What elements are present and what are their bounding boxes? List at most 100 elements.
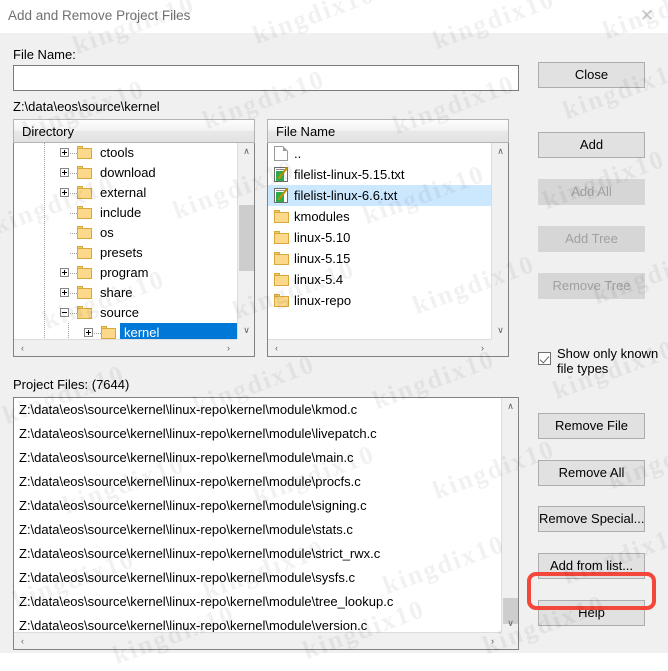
directory-tree-item-include[interactable]: include <box>14 203 237 223</box>
directory-tree-item-label: download <box>100 165 156 180</box>
checkbox-box[interactable] <box>538 352 551 365</box>
expand-icon[interactable] <box>60 188 69 197</box>
scroll-down-icon[interactable]: ∨ <box>492 322 508 339</box>
tree-guide-line <box>44 203 45 223</box>
directory-tree-item-share[interactable]: share <box>14 283 237 303</box>
close-button[interactable]: Close <box>538 62 645 88</box>
project-file-row[interactable]: Z:\data\eos\source\kernel\linux-repo\ker… <box>14 518 501 542</box>
tree-guide-line <box>44 243 45 263</box>
folder-icon <box>274 294 289 307</box>
directory-tree-item-label: external <box>100 185 147 200</box>
scroll-right-icon[interactable]: › <box>474 340 491 356</box>
project-file-row[interactable]: Z:\data\eos\source\kernel\linux-repo\ker… <box>14 470 501 494</box>
directory-tree[interactable]: ctools download external include os presets pr… <box>13 143 255 357</box>
project-file-row[interactable]: Z:\data\eos\source\kernel\linux-repo\ker… <box>14 614 501 632</box>
scroll-down-icon[interactable]: ∨ <box>502 615 518 632</box>
project-files-label: Project Files: (7644) <box>13 377 130 392</box>
project-file-row[interactable]: Z:\data\eos\source\kernel\linux-repo\ker… <box>14 566 501 590</box>
expand-icon[interactable] <box>60 268 69 277</box>
directory-tree-item-ctools[interactable]: ctools <box>14 143 237 163</box>
project-files-vertical-scrollbar[interactable]: ∧ ∨ <box>501 398 518 632</box>
folder-icon <box>274 231 289 244</box>
directory-horizontal-scrollbar[interactable]: ‹ › <box>14 339 237 356</box>
folder-icon <box>77 166 92 179</box>
scrollbar-thumb[interactable] <box>239 205 254 271</box>
directory-tree-item-label: share <box>100 285 133 300</box>
directory-vertical-scrollbar[interactable]: ∧ ∨ <box>237 143 254 339</box>
add-button[interactable]: Add <box>538 132 645 158</box>
file-list-item-kmodules[interactable]: kmodules <box>268 206 491 227</box>
project-file-row[interactable]: Z:\data\eos\source\kernel\linux-repo\ker… <box>14 494 501 518</box>
collapse-icon[interactable] <box>60 308 69 317</box>
directory-tree-item-source[interactable]: source <box>14 303 237 323</box>
file-list-vertical-scrollbar[interactable]: ∧ ∨ <box>491 143 508 339</box>
scroll-left-icon[interactable]: ‹ <box>268 340 285 356</box>
project-file-row[interactable]: Z:\data\eos\source\kernel\linux-repo\ker… <box>14 446 501 470</box>
project-file-row[interactable]: Z:\data\eos\source\kernel\linux-repo\ker… <box>14 398 501 422</box>
scroll-right-icon[interactable]: › <box>220 340 237 356</box>
text-file-icon <box>274 187 289 203</box>
file-list-rows: .. filelist-linux-5.15.txt filelist-linux-… <box>268 143 491 339</box>
add-from-list-button[interactable]: Add from list... <box>538 553 645 579</box>
scroll-left-icon[interactable]: ‹ <box>14 633 31 649</box>
tree-guide-line <box>44 303 45 323</box>
project-files-rows: Z:\data\eos\source\kernel\linux-repo\ker… <box>14 398 501 632</box>
scroll-up-icon[interactable]: ∧ <box>502 398 518 415</box>
remove-special-button[interactable]: Remove Special... <box>538 506 645 532</box>
remove-tree-button: Remove Tree <box>538 273 645 299</box>
project-file-row[interactable]: Z:\data\eos\source\kernel\linux-repo\ker… <box>14 590 501 614</box>
directory-tree-item-kernel[interactable]: kernel <box>14 323 237 339</box>
file-list-item-label: kmodules <box>294 209 350 224</box>
directory-tree-item-download[interactable]: download <box>14 163 237 183</box>
directory-tree-item-external[interactable]: external <box>14 183 237 203</box>
project-file-row[interactable]: Z:\data\eos\source\kernel\linux-repo\ker… <box>14 422 501 446</box>
expand-icon[interactable] <box>60 168 69 177</box>
current-path-label: Z:\data\eos\source\kernel <box>13 99 160 114</box>
file-list-item-linux-repo[interactable]: linux-repo <box>268 290 491 311</box>
directory-tree-item-os[interactable]: os <box>14 223 237 243</box>
directory-tree-item-presets[interactable]: presets <box>14 243 237 263</box>
file-name-input[interactable] <box>13 65 519 91</box>
scroll-down-icon[interactable]: ∨ <box>238 322 254 339</box>
tree-guide-line <box>44 283 45 303</box>
close-icon[interactable]: ✕ <box>632 4 662 28</box>
directory-tree-item-program[interactable]: program <box>14 263 237 283</box>
scroll-right-icon[interactable]: › <box>484 633 501 649</box>
scroll-up-icon[interactable]: ∧ <box>492 143 508 160</box>
directory-panel: Directory ctools download external include o… <box>13 119 255 357</box>
directory-tree-item-label: kernel <box>120 323 237 339</box>
file-list[interactable]: .. filelist-linux-5.15.txt filelist-linux-… <box>267 143 509 357</box>
file-list-item-linux-5.10[interactable]: linux-5.10 <box>268 227 491 248</box>
expand-icon[interactable] <box>60 148 69 157</box>
text-file-icon <box>274 166 289 182</box>
remove-all-button[interactable]: Remove All <box>538 460 645 486</box>
scroll-up-icon[interactable]: ∧ <box>238 143 254 160</box>
file-list-item-linux-5.15[interactable]: linux-5.15 <box>268 248 491 269</box>
file-list-horizontal-scrollbar[interactable]: ‹ › <box>268 339 491 356</box>
directory-tree-item-label: include <box>100 205 142 220</box>
scrollbar-corner <box>237 339 254 356</box>
scroll-left-icon[interactable]: ‹ <box>14 340 31 356</box>
folder-icon <box>274 273 289 286</box>
folder-icon <box>77 226 92 239</box>
file-list-item-label: .. <box>294 146 302 161</box>
folder-icon <box>77 306 92 319</box>
file-list-item-filelist-linux-5.15.txt[interactable]: filelist-linux-5.15.txt <box>268 164 491 185</box>
expand-icon[interactable] <box>60 288 69 297</box>
tree-guide-line <box>44 183 45 203</box>
file-list-item-..[interactable]: .. <box>268 143 491 164</box>
file-list-item-filelist-linux-6.6.txt[interactable]: filelist-linux-6.6.txt <box>268 185 491 206</box>
project-files-list[interactable]: Z:\data\eos\source\kernel\linux-repo\ker… <box>13 397 519 650</box>
tree-guide-line <box>44 223 45 243</box>
directory-tree-rows: ctools download external include os presets pr… <box>14 143 237 339</box>
dialog-body: File Name: Z:\data\eos\source\kernel Dir… <box>0 33 668 653</box>
file-list-item-linux-5.4[interactable]: linux-5.4 <box>268 269 491 290</box>
help-button[interactable]: Help <box>538 600 645 626</box>
file-name-panel: File Name .. filelist-linux-5.15.txt filel… <box>267 119 509 357</box>
expand-icon[interactable] <box>84 328 93 337</box>
remove-file-button[interactable]: Remove File <box>538 413 645 439</box>
file-list-item-label: linux-5.4 <box>294 272 344 287</box>
add-all-button: Add All <box>538 179 645 205</box>
project-files-horizontal-scrollbar[interactable]: ‹ › <box>14 632 501 649</box>
project-file-row[interactable]: Z:\data\eos\source\kernel\linux-repo\ker… <box>14 542 501 566</box>
